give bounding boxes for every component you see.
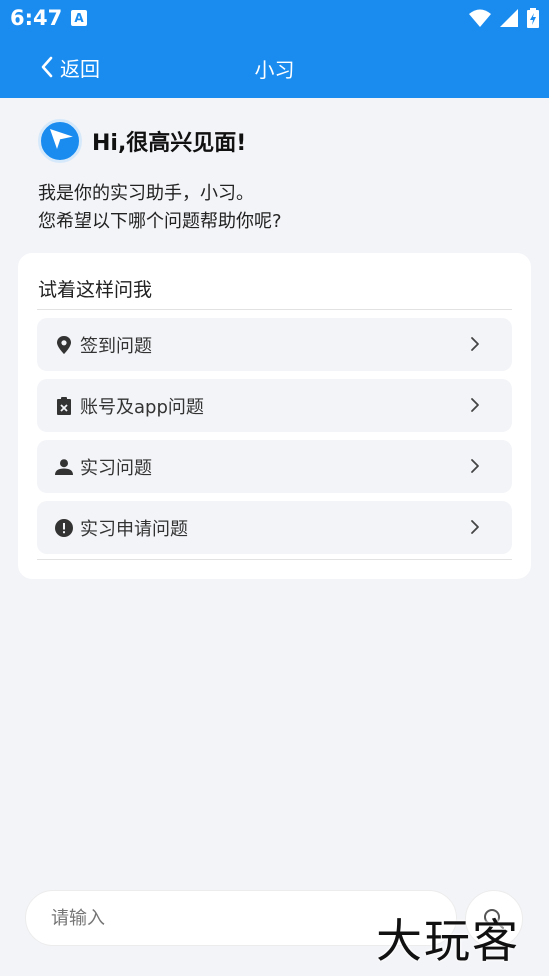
paper-plane-icon [50, 129, 75, 149]
clipboard-x-icon [55, 396, 73, 415]
suggestion-item-internship[interactable]: 实习问题 [37, 440, 512, 493]
divider [37, 309, 512, 310]
person-icon [55, 458, 73, 476]
suggestion-card: 试着这样问我 签到问题 账号及app问题 实习问题 实习申请问题 [18, 253, 531, 579]
page-title: 小习 [254, 58, 295, 82]
signal-icon [499, 8, 518, 27]
watermark: 大玩客 [376, 914, 520, 968]
divider [37, 559, 512, 560]
top-bar: 6:47 A 返回 小习 [0, 0, 549, 98]
greeting-header: Hi,很高兴见面! [38, 119, 518, 163]
suggestion-label: 签到问题 [80, 335, 152, 357]
intro-line: 我是你的实习助手，小习。 [38, 183, 254, 204]
chevron-right-icon [471, 459, 479, 473]
battery-icon [527, 7, 539, 28]
suggestion-label: 实习申请问题 [80, 518, 188, 540]
suggestion-item-application[interactable]: 实习申请问题 [37, 501, 512, 554]
wifi-icon [468, 9, 491, 27]
chevron-right-icon [471, 520, 479, 534]
status-icons [465, 7, 539, 29]
card-title: 试着这样问我 [38, 279, 153, 301]
greeting-title: Hi,很高兴见面! [92, 131, 247, 156]
status-time: 6:47 [10, 6, 63, 30]
notification-icon: A [71, 10, 87, 26]
suggestion-label: 实习问题 [80, 457, 152, 479]
navbar: 返回 小习 [0, 36, 549, 98]
location-pin-icon [55, 335, 73, 354]
intro-line: 您希望以下哪个问题帮助你呢? [38, 211, 282, 232]
suggestion-label: 账号及app问题 [80, 396, 204, 418]
status-bar: 6:47 A [0, 0, 549, 36]
chevron-right-icon [471, 398, 479, 412]
alert-circle-icon [55, 518, 73, 537]
assistant-logo [38, 119, 82, 163]
suggestion-item-account[interactable]: 账号及app问题 [37, 379, 512, 432]
chevron-right-icon [471, 337, 479, 351]
intro-text: 我是你的实习助手，小习。 您希望以下哪个问题帮助你呢? [38, 180, 518, 236]
suggestion-item-checkin[interactable]: 签到问题 [37, 318, 512, 371]
